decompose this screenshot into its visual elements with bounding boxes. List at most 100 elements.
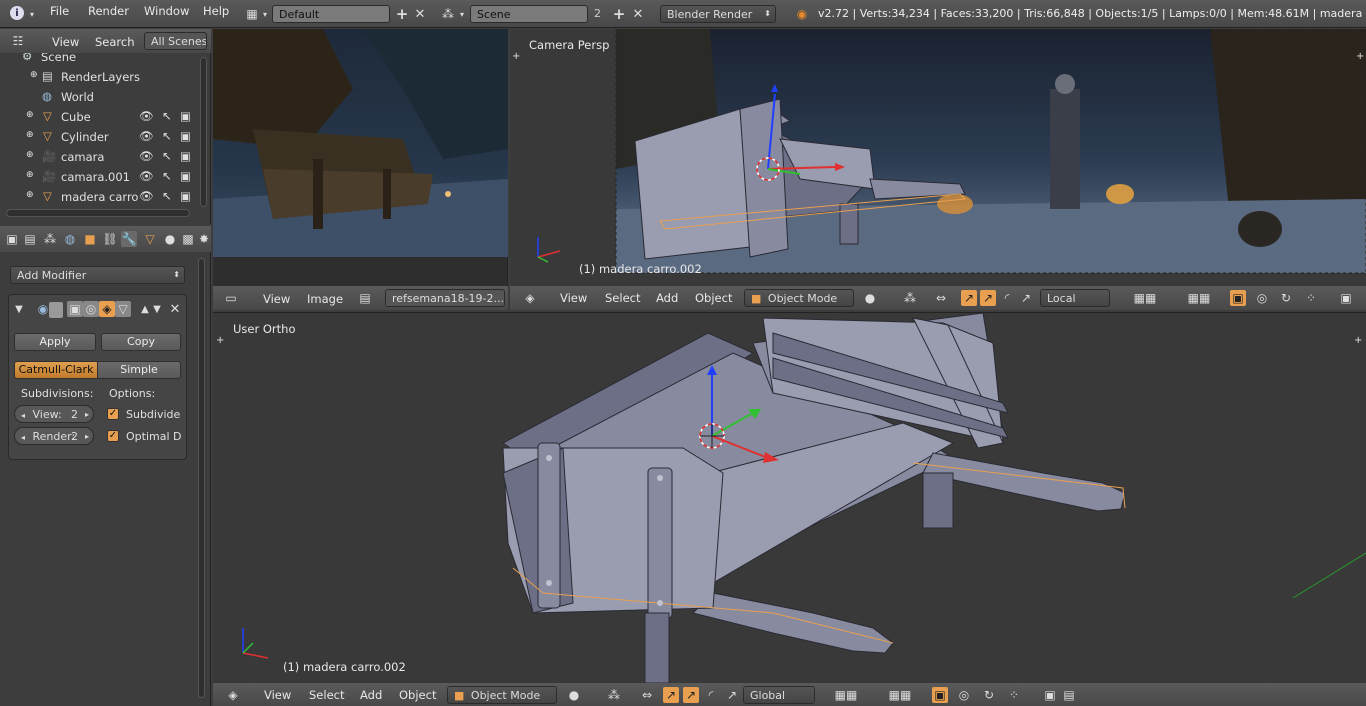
visibility-eye-icon[interactable]: 👁	[139, 169, 154, 183]
expand-icon[interactable]: ⊕	[26, 150, 34, 160]
proportional-edit-icon[interactable]: ◎	[1254, 290, 1270, 306]
select-cursor-icon[interactable]: ↖	[162, 149, 172, 163]
image-view-menu[interactable]: View	[263, 292, 290, 306]
menu-render[interactable]: Render	[88, 4, 129, 18]
3d-view-icon[interactable]: ◈	[522, 290, 538, 306]
image-browse-icon[interactable]: ▤	[357, 290, 373, 306]
menu-help[interactable]: Help	[203, 4, 229, 18]
transform-icon[interactable]: ↗	[724, 687, 740, 703]
select-cursor-icon[interactable]: ↖	[162, 189, 172, 203]
visibility-eye-icon[interactable]: 👁	[139, 149, 154, 163]
screen-layout-field[interactable]: Default	[272, 5, 390, 23]
render-camera-icon[interactable]: ▣	[180, 109, 191, 123]
scene-field[interactable]: Scene	[470, 5, 588, 23]
outliner-item-scene[interactable]: ⚙ Scene	[0, 53, 200, 67]
cage-toggle-icon[interactable]: ▽	[115, 301, 131, 317]
chevron-down-icon[interactable]: ▾	[24, 6, 40, 22]
texture-tab-icon[interactable]: ▩	[180, 231, 196, 247]
render-camera-icon[interactable]: ▣	[180, 169, 191, 183]
main-view-menu[interactable]: View	[264, 688, 291, 702]
properties-vscrollbar[interactable]	[198, 258, 205, 698]
rotate-icon[interactable]: ↗	[980, 290, 996, 306]
data-tab-icon[interactable]: ▽	[142, 231, 158, 247]
renderlayers-tab-icon[interactable]: ▤	[22, 231, 38, 247]
manipulator-toggle-icon[interactable]: ⇔	[639, 687, 655, 703]
add-icon[interactable]: +	[394, 5, 410, 23]
main-select-menu[interactable]: Select	[309, 688, 344, 702]
outliner-item-world[interactable]: ◍ World	[0, 87, 200, 107]
cam-orientation-select[interactable]: Local	[1040, 289, 1110, 307]
view-levels-field[interactable]: ◂ View: 2 ▸	[14, 405, 94, 423]
info-editor-icon[interactable]: i	[10, 6, 24, 20]
material-tab-icon[interactable]: ●	[162, 231, 178, 247]
object-tab-icon[interactable]: ■	[82, 231, 98, 247]
render-tab-icon[interactable]: ▣	[4, 231, 20, 247]
eye-toggle-icon[interactable]: ◎	[83, 301, 99, 317]
render-opengl-icon[interactable]: ▣	[1338, 290, 1354, 306]
apply-button[interactable]: Apply	[14, 333, 96, 351]
copy-button[interactable]: Copy	[101, 333, 181, 351]
expand-icon[interactable]: ⊕	[26, 110, 34, 120]
cam-mode-select[interactable]: ■ Object Mode	[744, 289, 854, 307]
cam-object-menu[interactable]: Object	[695, 291, 732, 305]
add-region-icon[interactable]: +	[1356, 51, 1364, 62]
camera-toggle-icon[interactable]: ▣	[67, 301, 83, 317]
outliner-filter-select[interactable]: All Scenes	[144, 32, 207, 50]
optimal-display-checkbox[interactable]: ✓	[107, 430, 119, 442]
arrow-right-icon[interactable]: ▸	[85, 430, 89, 443]
image-editor-icon[interactable]: ▭	[223, 290, 239, 306]
visibility-eye-icon[interactable]: 👁	[139, 189, 154, 203]
add-icon[interactable]: +	[611, 5, 627, 23]
modifier-name-field[interactable]	[49, 302, 63, 318]
move-down-icon[interactable]: ▼	[149, 301, 165, 317]
menu-window[interactable]: Window	[144, 4, 189, 18]
subdivide-uvs-checkbox[interactable]: ✓	[107, 408, 119, 420]
catmull-clark-button[interactable]: Catmull-Clark	[14, 361, 98, 379]
outliner-editor-icon[interactable]: ☷	[10, 33, 26, 49]
visibility-eye-icon[interactable]: 👁	[139, 109, 154, 123]
chevron-down-icon[interactable]: ▾	[257, 6, 273, 22]
expand-icon[interactable]: ⊕	[26, 190, 34, 200]
select-cursor-icon[interactable]: ↖	[162, 129, 172, 143]
layers-grid-icon[interactable]: ▦▦	[875, 687, 925, 703]
menu-file[interactable]: File	[50, 4, 69, 18]
main-orientation-select[interactable]: Global	[743, 686, 815, 704]
particles-tab-icon[interactable]: ✸	[196, 231, 212, 247]
snap-element-icon[interactable]: ⁘	[1303, 290, 1319, 306]
collapse-arrow-icon[interactable]: ▼	[11, 301, 27, 317]
outliner-item-cylinder[interactable]: ⊕ ▽ Cylinder 👁 ↖ ▣	[0, 127, 200, 147]
select-cursor-icon[interactable]: ↖	[162, 109, 172, 123]
visibility-eye-icon[interactable]: 👁	[139, 129, 154, 143]
render-camera-icon[interactable]: ▣	[180, 149, 191, 163]
scale-icon[interactable]: ◜	[703, 687, 719, 703]
pivot-icon[interactable]: ⁂	[606, 687, 622, 703]
add-region-icon[interactable]: +	[216, 335, 224, 346]
snap-icon[interactable]: ↻	[1278, 290, 1294, 306]
expand-icon[interactable]: ⊕	[26, 170, 34, 180]
add-region-icon[interactable]: +	[1354, 335, 1362, 346]
simple-button[interactable]: Simple	[97, 361, 181, 379]
cam-add-menu[interactable]: Add	[656, 291, 678, 305]
outliner-hscrollbar[interactable]	[6, 209, 190, 217]
snap-icon[interactable]: ↻	[981, 687, 997, 703]
layers-grid-icon[interactable]: ▦▦	[1120, 290, 1170, 306]
arrow-right-icon[interactable]: ▸	[85, 408, 89, 421]
cam-view-menu[interactable]: View	[560, 291, 587, 305]
snap-element-icon[interactable]: ⁘	[1006, 687, 1022, 703]
add-modifier-select[interactable]: Add Modifier ⬍	[10, 266, 185, 284]
cam-select-menu[interactable]: Select	[605, 291, 640, 305]
outliner-item-cube[interactable]: ⊕ ▽ Cube 👁 ↖ ▣	[0, 107, 200, 127]
proportional-edit-icon[interactable]: ◎	[956, 687, 972, 703]
render-camera-icon[interactable]: ▣	[180, 189, 191, 203]
editmode-toggle-icon[interactable]: ◈	[99, 301, 115, 317]
constraints-tab-icon[interactable]: ⛓	[102, 231, 118, 247]
outliner-item-madera-carro[interactable]: ⊕ ▽ madera carro 👁 ↖ ▣	[0, 187, 200, 207]
translate-icon[interactable]: ↗	[663, 687, 679, 703]
shading-solid-icon[interactable]: ●	[862, 290, 878, 306]
arrow-left-icon[interactable]: ◂	[21, 411, 25, 420]
render-levels-field[interactable]: ◂ Render: 2 ▸	[14, 427, 94, 445]
select-cursor-icon[interactable]: ↖	[162, 169, 172, 183]
main-add-menu[interactable]: Add	[360, 688, 382, 702]
camera-viewport[interactable]: + + Camera Persp (1) madera carro.002 ◈ …	[510, 29, 1366, 310]
image-image-menu[interactable]: Image	[307, 292, 343, 306]
